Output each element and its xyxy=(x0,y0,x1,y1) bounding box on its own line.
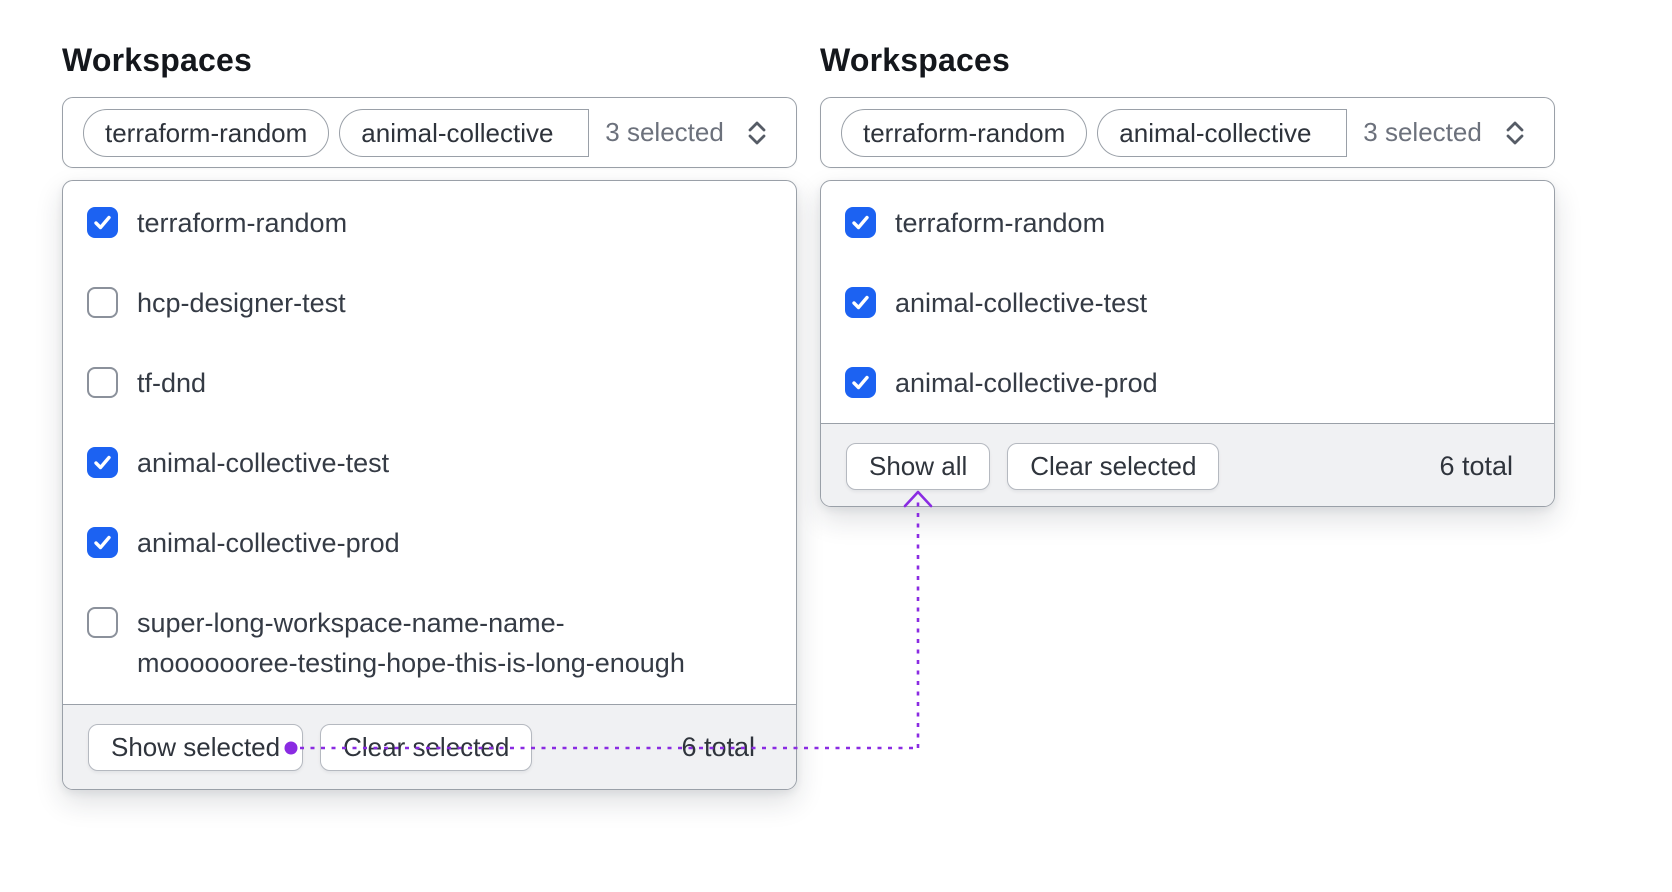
selected-workspace-chip[interactable]: animal-collective xyxy=(339,108,590,157)
selected-count: 3 selected xyxy=(605,117,724,147)
dropdown-footer: Show all Clear selected 6 total xyxy=(821,423,1554,506)
total-count: 6 total xyxy=(1439,450,1513,481)
workspace-option-label: animal-collective-test xyxy=(895,288,1148,318)
checkmark-icon xyxy=(852,295,869,310)
workspace-checkbox[interactable] xyxy=(87,447,118,478)
checkmark-icon xyxy=(94,455,111,470)
workspace-option[interactable]: tf-dnd xyxy=(63,343,796,423)
options-list: terraform-random hcp-designer-test tf-dn… xyxy=(63,181,796,704)
workspace-checkbox[interactable] xyxy=(87,287,118,318)
workspace-option-label: animal-collective-test xyxy=(137,448,390,478)
workspaces-multiselect-expanded: Workspaces terraform-random animal-colle… xyxy=(62,40,797,790)
workspace-option[interactable]: animal-collective-test xyxy=(63,423,796,503)
workspace-option[interactable]: animal-collective-test xyxy=(821,263,1554,343)
workspace-option-label: animal-collective-prod xyxy=(137,528,400,558)
workspace-option-label: super-long-workspace-name-name-moooooore… xyxy=(137,608,685,678)
checkmark-icon xyxy=(94,535,111,550)
show-selected-button[interactable]: Show selected xyxy=(88,723,304,771)
field-label: Workspaces xyxy=(62,42,252,78)
selected-workspace-chip[interactable]: animal-collective xyxy=(1097,108,1348,157)
clear-selected-button[interactable]: Clear selected xyxy=(320,723,533,771)
workspace-checkbox[interactable] xyxy=(87,527,118,558)
checkmark-icon xyxy=(852,375,869,390)
workspace-checkbox[interactable] xyxy=(87,367,118,398)
show-all-button[interactable]: Show all xyxy=(846,442,991,490)
selected-workspace-chip[interactable]: terraform-random xyxy=(83,108,330,157)
workspace-checkbox[interactable] xyxy=(87,207,118,238)
multiselect-trigger[interactable]: terraform-random animal-collective 3 sel… xyxy=(62,97,797,168)
chip-label: terraform-random xyxy=(863,117,1066,148)
chip-label: animal-collective xyxy=(361,117,554,148)
checkmark-icon xyxy=(852,215,869,230)
selected-workspace-chip[interactable]: terraform-random xyxy=(841,108,1088,157)
caret-sort-icon xyxy=(1500,117,1530,149)
options-dropdown: terraform-random animal-collective-test … xyxy=(820,180,1555,507)
workspace-option-label: hcp-designer-test xyxy=(137,288,346,318)
workspace-option-label: animal-collective-prod xyxy=(895,368,1158,398)
field-label: Workspaces xyxy=(820,42,1010,78)
dropdown-footer: Show selected Clear selected 6 total xyxy=(63,704,796,789)
options-list: terraform-random animal-collective-test … xyxy=(821,181,1554,423)
workspace-option[interactable]: hcp-designer-test xyxy=(63,263,796,343)
workspace-option[interactable]: animal-collective-prod xyxy=(821,343,1554,423)
workspace-option[interactable]: terraform-random xyxy=(821,183,1554,263)
workspace-option-label: tf-dnd xyxy=(137,368,207,398)
chip-label: terraform-random xyxy=(105,117,308,148)
workspace-checkbox[interactable] xyxy=(845,367,876,398)
workspace-checkbox[interactable] xyxy=(845,207,876,238)
chip-label: animal-collective xyxy=(1119,117,1312,148)
workspace-option[interactable]: super-long-workspace-name-name-moooooore… xyxy=(63,583,796,703)
clear-selected-button[interactable]: Clear selected xyxy=(1007,442,1220,490)
caret-sort-icon xyxy=(742,117,772,149)
workspace-option-label: terraform-random xyxy=(895,208,1106,238)
workspace-option-label: terraform-random xyxy=(137,208,348,238)
total-count: 6 total xyxy=(681,731,755,762)
checkmark-icon xyxy=(94,215,111,230)
workspaces-multiselect-filtered: Workspaces terraform-random animal-colle… xyxy=(820,40,1555,507)
workspace-checkbox[interactable] xyxy=(87,607,118,638)
options-dropdown: terraform-random hcp-designer-test tf-dn… xyxy=(62,180,797,790)
workspace-checkbox[interactable] xyxy=(845,287,876,318)
workspace-option[interactable]: terraform-random xyxy=(63,183,796,263)
selected-count: 3 selected xyxy=(1363,117,1482,147)
multiselect-trigger[interactable]: terraform-random animal-collective 3 sel… xyxy=(820,97,1555,168)
workspace-option[interactable]: animal-collective-prod xyxy=(63,503,796,583)
